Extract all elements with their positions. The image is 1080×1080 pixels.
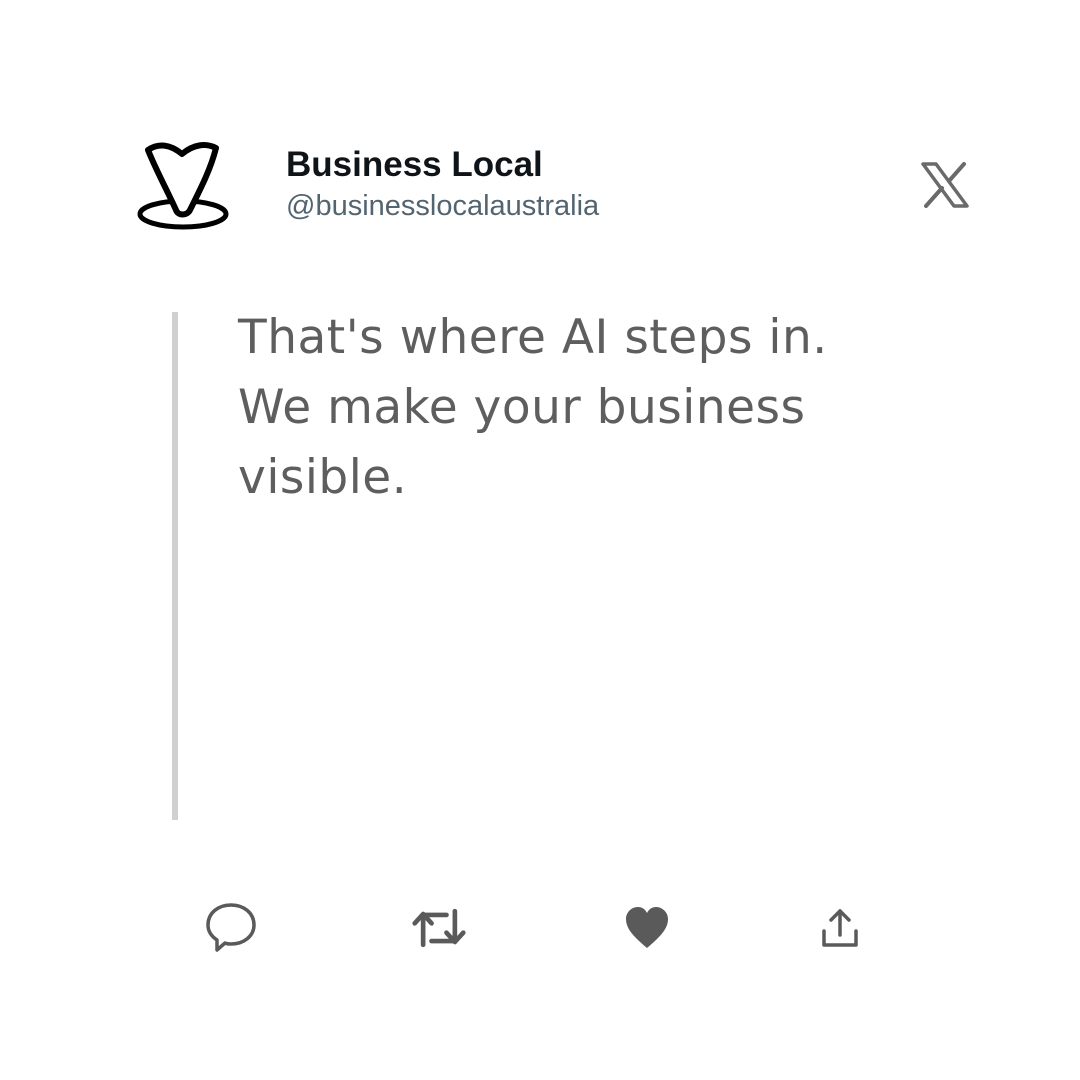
x-logo-icon[interactable] [920,162,970,208]
retweet-button[interactable] [411,900,467,956]
user-handle[interactable]: @businesslocalaustralia [286,189,599,223]
tweet-line: visible. [238,450,408,505]
tweet-line: We make your business [238,380,806,435]
display-name[interactable]: Business Local [286,144,543,186]
share-button[interactable] [812,900,868,956]
heart-icon [626,907,668,948]
business-local-pin-icon [137,142,229,230]
share-icon [822,909,858,947]
tweet-text: That's where AI steps in. We make your b… [238,303,878,513]
reply-icon [206,903,256,952]
retweet-icon [412,908,466,948]
quote-bar [172,312,178,820]
avatar[interactable] [136,138,230,234]
like-button[interactable] [619,900,675,956]
reply-button[interactable] [203,900,259,956]
tweet-line: That's where AI steps in. [238,310,828,365]
